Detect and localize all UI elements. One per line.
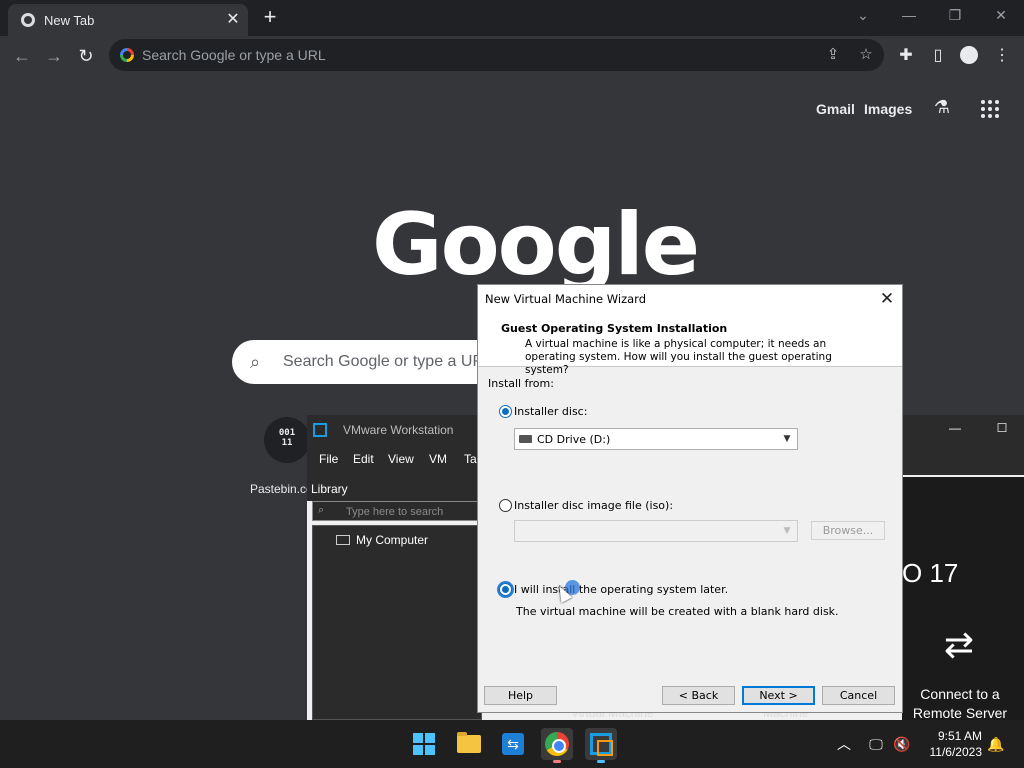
profile-icon[interactable] xyxy=(960,46,978,64)
start-button[interactable] xyxy=(408,728,440,760)
menu-view[interactable]: View xyxy=(388,452,414,466)
address-bar-placeholder: Search Google or type a URL xyxy=(142,47,326,63)
dialog-header: Guest Operating System Installation A vi… xyxy=(478,313,902,376)
cd-drive-icon xyxy=(519,435,532,443)
browse-button[interactable]: Browse... xyxy=(811,521,885,540)
section-description: A virtual machine is like a physical com… xyxy=(525,338,832,376)
vmware-minimize-button[interactable]: — xyxy=(945,421,965,439)
shortcut-pastebin[interactable]: 001 11 xyxy=(264,417,310,463)
taskbar-vmware[interactable] xyxy=(585,728,617,763)
running-indicator xyxy=(597,760,605,763)
browser-toolbar: ← → ↻ Search Google or type a URL ⇪ ☆ ✚ … xyxy=(0,36,1024,76)
folder-icon xyxy=(457,732,481,753)
vmware-version-text: O 17 xyxy=(902,558,959,588)
taskbar-remote-desktop[interactable]: ⇆ xyxy=(497,728,529,760)
google-g-icon xyxy=(120,48,134,62)
library-search-input[interactable]: ⌕ Type here to search xyxy=(312,501,482,521)
vmware-home-panel xyxy=(902,477,1024,720)
tab-search-button[interactable]: ⌄ xyxy=(848,4,878,28)
menu-icon[interactable]: ⋮ xyxy=(988,42,1016,70)
reload-icon[interactable]: ↻ xyxy=(72,42,100,70)
minimize-button[interactable]: — xyxy=(894,4,924,28)
vmware-icon xyxy=(590,733,613,756)
library-title: Library xyxy=(311,482,348,496)
vmware-logo-icon xyxy=(313,423,327,437)
chevron-down-icon: ▼ xyxy=(783,526,791,536)
labs-flask-icon[interactable]: ⚗ xyxy=(931,97,953,119)
extensions-icon[interactable]: ✚ xyxy=(892,42,920,70)
apps-grid-icon[interactable] xyxy=(981,100,999,118)
help-button[interactable]: Help xyxy=(484,686,557,705)
menu-edit[interactable]: Edit xyxy=(353,452,374,466)
install-later-description: The virtual machine will be created with… xyxy=(516,605,839,618)
chevron-up-icon[interactable]: ︿ xyxy=(834,734,854,754)
tab-close-button[interactable]: ✕ xyxy=(224,10,242,30)
disc-drive-value: CD Drive (D:) xyxy=(537,433,611,446)
back-icon[interactable]: ← xyxy=(8,42,36,70)
pastebin-favicon-icon: 001 11 xyxy=(278,428,296,448)
forward-icon[interactable]: → xyxy=(40,42,68,70)
library-search-placeholder: Type here to search xyxy=(346,506,444,518)
radio-installer-disc[interactable] xyxy=(499,405,512,418)
new-tab-button[interactable]: + xyxy=(256,4,284,32)
radio-install-later[interactable] xyxy=(499,583,512,596)
installer-disc-label[interactable]: Installer disc: xyxy=(514,405,587,418)
shortcut-label[interactable]: Pastebin.com xyxy=(250,482,310,496)
dialog-close-icon[interactable]: ✕ xyxy=(876,288,898,310)
vmware-toolbar-right xyxy=(902,445,1024,475)
install-from-label: Install from: xyxy=(488,377,554,390)
restore-button[interactable]: ❐ xyxy=(940,4,970,28)
taskbar-file-explorer[interactable] xyxy=(453,728,485,760)
running-indicator xyxy=(553,760,561,763)
dialog-titlebar: New Virtual Machine Wizard ✕ xyxy=(478,285,902,313)
windows-logo-icon xyxy=(413,733,435,755)
radio-iso-file[interactable] xyxy=(499,499,512,512)
share-icon[interactable]: ⇪ xyxy=(823,45,843,65)
clock-date[interactable]: 11/6/2023 xyxy=(916,745,983,759)
library-tree: My Computer xyxy=(312,525,482,720)
vmware-title: VMware Workstation xyxy=(343,423,454,437)
network-icon[interactable]: 🖵 xyxy=(866,734,886,754)
close-window-button[interactable]: ✕ xyxy=(986,4,1016,28)
clock-time[interactable]: 9:51 AM xyxy=(926,729,982,743)
google-logo: Google xyxy=(372,195,700,295)
iso-path-select[interactable]: ▼ xyxy=(514,520,798,542)
chrome-favicon-icon xyxy=(21,13,35,27)
connect-remote-server-label[interactable]: Connect to a Remote Server xyxy=(905,685,1015,723)
iso-file-label[interactable]: Installer disc image file (iso): xyxy=(514,499,673,512)
tab-strip: New Tab ✕ + ⌄ — ❐ ✕ xyxy=(0,0,1024,36)
chevron-down-icon: ▼ xyxy=(783,434,791,444)
ntp-search-placeholder: Search Google or type a URL xyxy=(283,353,493,370)
taskbar-chrome[interactable] xyxy=(541,728,573,763)
tree-item-my-computer[interactable]: My Computer xyxy=(356,533,428,547)
gmail-link[interactable]: Gmail xyxy=(816,101,855,117)
dialog-title: New Virtual Machine Wizard xyxy=(485,292,646,306)
menu-vm[interactable]: VM xyxy=(429,452,447,466)
next-button[interactable]: Next > xyxy=(742,686,815,705)
computer-icon xyxy=(336,535,350,545)
disc-drive-select[interactable]: CD Drive (D:) ▼ xyxy=(514,428,798,450)
search-icon: ⌕ xyxy=(318,504,325,516)
remote-desktop-icon: ⇆ xyxy=(502,733,524,755)
bookmark-star-icon[interactable]: ☆ xyxy=(856,45,876,65)
new-vm-wizard-dialog: New Virtual Machine Wizard ✕ Guest Opera… xyxy=(477,284,903,713)
search-icon: ⌕ xyxy=(250,352,261,372)
speaker-muted-icon[interactable]: 🔇 xyxy=(892,734,912,754)
install-later-label[interactable]: I will install the operating system late… xyxy=(514,583,728,596)
notification-bell-icon[interactable]: 🔔 xyxy=(986,734,1006,754)
vmware-maximize-button[interactable]: ☐ xyxy=(992,421,1012,439)
address-bar[interactable]: Search Google or type a URL ⇪ ☆ xyxy=(109,39,884,71)
images-link[interactable]: Images xyxy=(864,101,912,117)
cancel-button[interactable]: Cancel xyxy=(822,686,895,705)
menu-file[interactable]: File xyxy=(319,452,338,466)
tab-title: New Tab xyxy=(44,13,95,28)
chrome-icon xyxy=(545,732,569,756)
connect-arrows-icon[interactable]: ⇄ xyxy=(939,625,979,665)
section-title: Guest Operating System Installation xyxy=(501,322,728,335)
side-panel-icon[interactable]: ▯ xyxy=(924,42,952,70)
back-button[interactable]: < Back xyxy=(662,686,735,705)
browser-tab[interactable]: New Tab ✕ xyxy=(8,4,248,36)
